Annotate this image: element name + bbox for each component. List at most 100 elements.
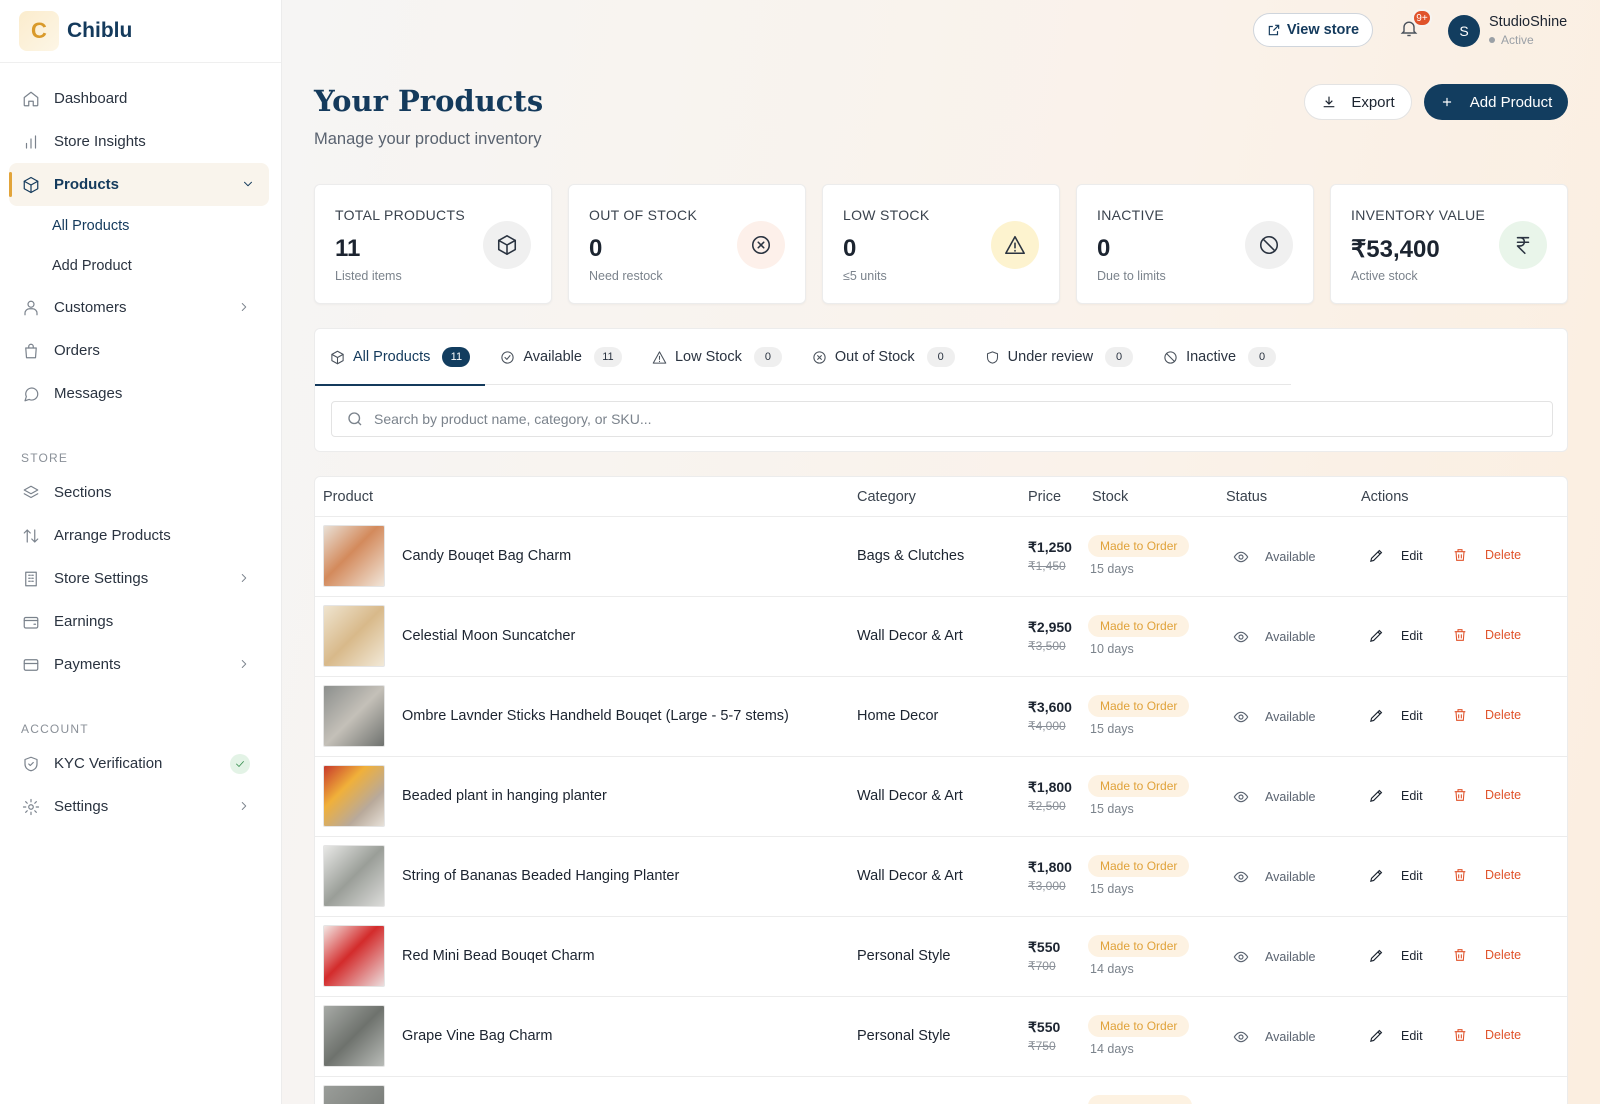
sidebar-subitem-all-products[interactable]: All Products <box>0 206 281 246</box>
sidebar-item-orders[interactable]: Orders <box>0 329 281 372</box>
delete-button[interactable]: Delete <box>1452 1027 1521 1043</box>
download-icon <box>1323 96 1335 108</box>
column-header-stock: Stock <box>1092 489 1129 505</box>
product-name[interactable]: Grape Vine Bag Charm <box>402 1028 552 1044</box>
delete-button[interactable]: Delete <box>1452 947 1521 963</box>
stat-label: INVENTORY VALUE <box>1351 207 1486 223</box>
product-name[interactable]: Beaded plant in hanging planter <box>402 788 607 804</box>
product-category: Wall Decor & Art <box>857 788 963 804</box>
stock-days: 10 days <box>1090 642 1134 656</box>
product-name[interactable]: Red Mini Bead Bouqet Charm <box>402 948 595 964</box>
users-icon <box>24 300 38 315</box>
column-header-status: Status <box>1226 489 1268 505</box>
product-price: ₹1,250 <box>1028 539 1072 555</box>
delete-button[interactable]: Delete <box>1452 787 1521 803</box>
sidebar-item-label: Store Insights <box>54 133 146 150</box>
stat-note: ≤5 units <box>843 269 887 283</box>
stock-days: 15 days <box>1090 722 1134 736</box>
product-thumbnail[interactable] <box>323 925 385 987</box>
product-thumbnail[interactable] <box>323 685 385 747</box>
status-cell: Available <box>1233 869 1316 885</box>
view-store-button[interactable]: View store <box>1253 13 1373 47</box>
product-thumbnail[interactable] <box>323 765 385 827</box>
delete-label: Delete <box>1485 948 1522 962</box>
sidebar-item-store-settings[interactable]: Store Settings <box>0 557 281 600</box>
table-row: Celestial Moon Suncatcher Wall Decor & A… <box>315 597 1567 677</box>
edit-button[interactable]: Edit <box>1368 1027 1423 1044</box>
sidebar-item-settings[interactable]: Settings <box>0 785 281 828</box>
tab-under-review[interactable]: Under review 0 <box>970 329 1148 385</box>
tab-all-products[interactable]: All Products 11 <box>315 329 486 386</box>
eye-icon <box>1233 551 1249 563</box>
brand[interactable]: C Chiblu <box>0 0 281 63</box>
user-status: Active <box>1489 33 1534 47</box>
table-header: Product Category Price Stock Status Acti… <box>315 477 1567 517</box>
delete-button[interactable]: Delete <box>1452 547 1521 563</box>
pencil-icon <box>1370 949 1383 962</box>
sidebar-item-customers[interactable]: Customers <box>0 286 281 329</box>
delete-button[interactable]: Delete <box>1452 867 1521 883</box>
table-row: Beaded plant in hanging planter Wall Dec… <box>315 757 1567 837</box>
user-name[interactable]: StudioShine <box>1489 14 1567 30</box>
plus-icon <box>1442 97 1451 107</box>
sidebar-item-store-insights[interactable]: Store Insights <box>0 120 281 163</box>
tab-available[interactable]: Available 11 <box>485 329 637 385</box>
product-name[interactable]: Ombre Lavnder Sticks Handheld Bouqet (La… <box>402 708 789 724</box>
sidebar-item-label: Store Settings <box>54 570 149 587</box>
delete-label: Delete <box>1485 708 1522 722</box>
edit-button[interactable]: Edit <box>1368 707 1423 724</box>
search-input[interactable] <box>374 411 1474 427</box>
edit-button[interactable]: Edit <box>1368 787 1423 804</box>
product-name[interactable]: String of Bananas Beaded Hanging Planter <box>402 868 679 884</box>
sidebar-item-payments[interactable]: Payments <box>0 643 281 686</box>
product-thumbnail[interactable] <box>323 1085 385 1104</box>
delete-label: Delete <box>1485 1028 1522 1042</box>
edit-button[interactable]: Edit <box>1368 627 1423 644</box>
ban-icon <box>1164 350 1177 364</box>
chevron-down-icon <box>244 181 252 187</box>
sidebar-item-label: Arrange Products <box>54 527 171 544</box>
sidebar-item-sections[interactable]: Sections <box>0 471 281 514</box>
edit-button[interactable]: Edit <box>1368 947 1423 964</box>
column-header-product: Product <box>323 489 373 505</box>
sidebar-item-dashboard[interactable]: Dashboard <box>0 77 281 120</box>
sidebar-item-arrange-products[interactable]: Arrange Products <box>0 514 281 557</box>
stat-value: 0 <box>589 235 603 262</box>
product-price: ₹550 <box>1028 939 1061 955</box>
column-header-actions: Actions <box>1361 489 1409 505</box>
trash-icon <box>1454 869 1466 881</box>
product-name[interactable]: Candy Bouqet Bag Charm <box>402 548 571 564</box>
avatar[interactable]: S <box>1448 15 1480 47</box>
stat-note: Listed items <box>335 269 402 283</box>
product-old-price: ₹700 <box>1028 959 1056 973</box>
add-product-button[interactable]: Add Product <box>1424 84 1568 120</box>
sidebar-item-messages[interactable]: Messages <box>0 372 281 415</box>
sidebar-item-products[interactable]: Products <box>9 163 269 206</box>
product-thumbnail[interactable] <box>323 525 385 587</box>
product-thumbnail[interactable] <box>323 1005 385 1067</box>
stock-badge: Made to Order <box>1088 615 1190 637</box>
sidebar-subitem-add-product[interactable]: Add Product <box>0 246 281 286</box>
sidebar-item-kyc-verification[interactable]: KYC Verification <box>0 742 281 785</box>
sidebar-item-label: Payments <box>54 656 121 673</box>
product-thumbnail[interactable] <box>323 605 385 667</box>
brand-logo: C <box>19 11 59 51</box>
product-thumbnail[interactable] <box>323 845 385 907</box>
export-button[interactable]: Export <box>1304 84 1412 120</box>
edit-button[interactable]: Edit <box>1368 547 1423 564</box>
delete-label: Delete <box>1485 548 1522 562</box>
edit-button[interactable]: Edit <box>1368 867 1423 884</box>
tab-low-stock[interactable]: Low Stock 0 <box>637 329 797 385</box>
tab-count: 11 <box>593 347 622 367</box>
delete-button[interactable]: Delete <box>1452 627 1521 643</box>
product-name[interactable]: Celestial Moon Suncatcher <box>402 628 575 644</box>
product-old-price: ₹2,500 <box>1028 799 1066 813</box>
stock-badge: Made to Order <box>1088 855 1190 877</box>
chevron-right-icon <box>241 574 247 582</box>
tab-label: Low Stock <box>674 349 742 365</box>
tab-count: 0 <box>753 347 782 367</box>
sidebar-item-earnings[interactable]: Earnings <box>0 600 281 643</box>
tab-out-of-stock[interactable]: Out of Stock 0 <box>797 329 970 385</box>
delete-button[interactable]: Delete <box>1452 707 1521 723</box>
tab-inactive[interactable]: Inactive 0 <box>1148 329 1291 385</box>
